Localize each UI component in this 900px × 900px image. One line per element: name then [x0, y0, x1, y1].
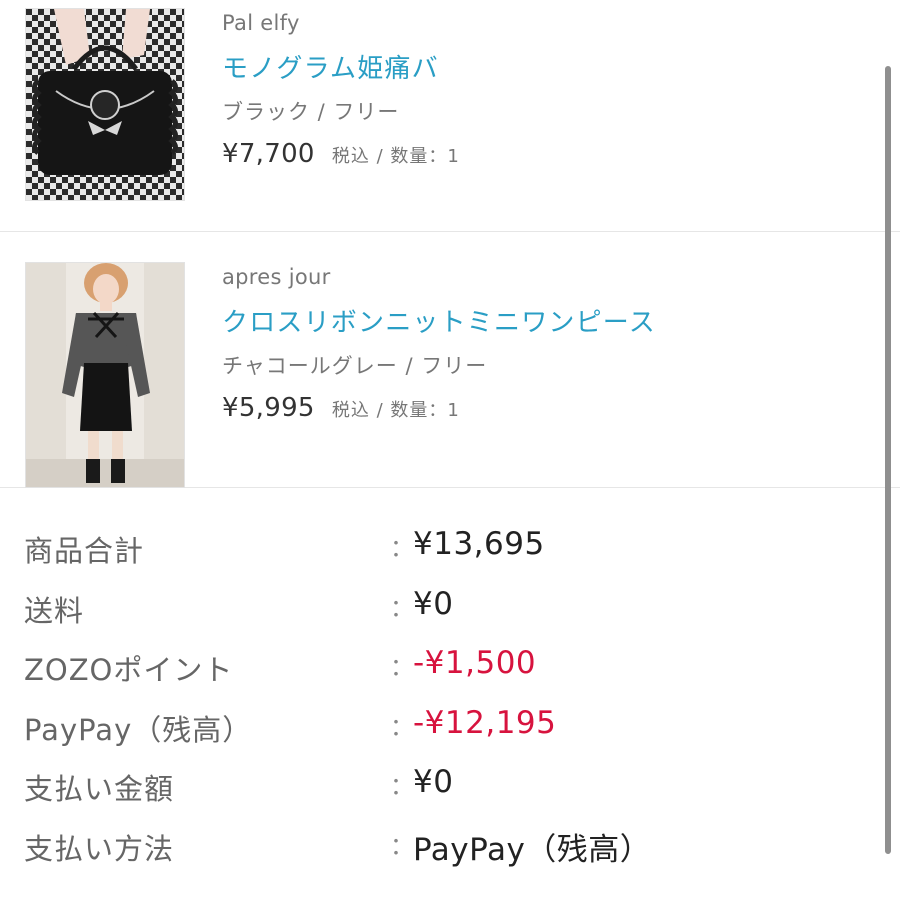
summary-label: PayPay（残高）	[24, 712, 253, 747]
summary-row-payment-amount: 支払い金額 ： ¥0	[24, 758, 864, 818]
product-price: ¥5,995	[222, 393, 315, 423]
summary-value-discount: -¥12,195	[413, 704, 557, 741]
order-item: apres jour クロスリボンニットミニワンピース チャコールグレー / フ…	[0, 232, 900, 488]
order-screen: Pal elfy モノグラム姫痛バ ブラック / フリー ¥7,700 税込 /…	[0, 0, 900, 900]
summary-value-discount: -¥1,500	[413, 645, 537, 681]
product-variant: ブラック / フリー	[222, 100, 400, 124]
summary-label: 支払い金額	[24, 772, 175, 806]
product-name-link[interactable]: モノグラム姫痛バ	[222, 52, 460, 86]
summary-row-subtotal: 商品合計 ： ¥13,695	[24, 520, 864, 580]
brand-name: apres jour	[222, 265, 331, 289]
tax-quantity-note: 税込 / 数量：1	[331, 400, 460, 421]
summary-colon: ：	[390, 831, 414, 860]
summary-row-payment-method: 支払い方法 ： PayPay（残高）	[24, 818, 864, 878]
summary-row-paypay: PayPay（残高） ： -¥12,195	[24, 699, 864, 759]
summary-label: ZOZOポイント	[24, 653, 234, 687]
product-image-bag	[26, 9, 184, 200]
summary-row-shipping: 送料 ： ¥0	[24, 580, 864, 640]
summary-colon: ：	[390, 593, 414, 622]
price-row: ¥5,995 税込 / 数量：1	[222, 392, 656, 427]
product-thumbnail-bag[interactable]	[25, 8, 185, 201]
summary-label: 支払い方法	[24, 831, 175, 866]
payment-summary: 商品合計 ： ¥13,695 送料 ： ¥0 ZOZOポイント ： -¥1,50…	[24, 520, 864, 877]
summary-colon: ：	[390, 712, 414, 741]
tax-quantity-note: 税込 / 数量：1	[331, 146, 460, 167]
summary-value: ¥13,695	[413, 526, 545, 562]
summary-colon: ：	[390, 534, 414, 562]
summary-value: ¥0	[413, 764, 454, 800]
summary-row-zozo-points: ZOZOポイント ： -¥1,500	[24, 639, 864, 699]
price-row: ¥7,700 税込 / 数量：1	[222, 138, 460, 173]
product-thumbnail-dress[interactable]	[25, 262, 185, 488]
summary-value: PayPay（残高）	[413, 831, 652, 868]
product-variant: チャコールグレー / フリー	[222, 354, 488, 378]
vertical-scrollbar[interactable]	[885, 66, 891, 854]
product-price: ¥7,700	[222, 139, 315, 169]
product-image-dress	[26, 263, 184, 487]
summary-label: 商品合計	[24, 534, 145, 568]
order-item: Pal elfy モノグラム姫痛バ ブラック / フリー ¥7,700 税込 /…	[0, 0, 900, 232]
product-name-link[interactable]: クロスリボンニットミニワンピース	[222, 306, 656, 340]
summary-colon: ：	[390, 772, 414, 800]
brand-name: Pal elfy	[222, 11, 300, 35]
summary-colon: ：	[390, 653, 414, 681]
summary-value: ¥0	[413, 585, 454, 622]
summary-label: 送料	[24, 593, 85, 628]
